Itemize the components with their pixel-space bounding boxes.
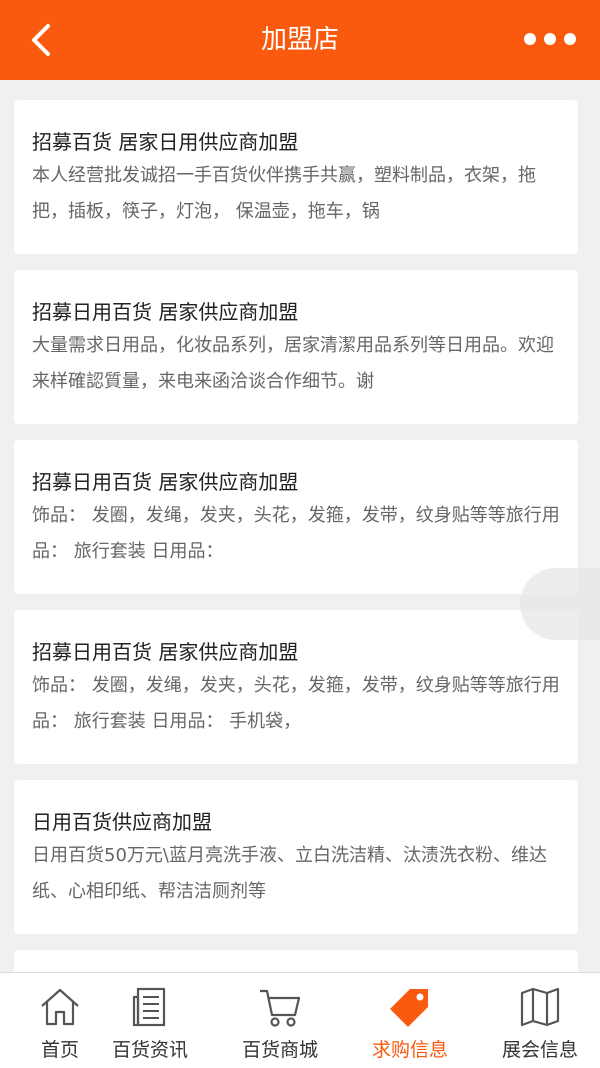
item-description: 大量需求日用品，化妆品系列，居家清潔用品系列等日用品。欢迎来样確認質量，来电来函… (32, 335, 554, 392)
app-header: 加盟店 (0, 0, 600, 80)
item-title: 招募日用百货 居家供应商加盟 (32, 470, 299, 494)
map-icon (520, 987, 560, 1027)
item-title: 招募日用百货 居家供应商加盟 (32, 300, 299, 324)
item-title: 招募百货 居家日用供应商加盟 (32, 130, 299, 154)
list-item-partial[interactable] (14, 950, 578, 972)
bottom-tab-bar: 首页 百货资讯 百货商城 求购信息 展会信息 (0, 972, 600, 1068)
item-description: 本人经营批发诚招一手百货伙伴携手共赢，塑料制品，衣架，拖把，插板，筷子，灯泡， … (32, 165, 536, 222)
tab-news[interactable]: 百货资讯 (90, 973, 210, 1068)
supplier-list[interactable]: 招募百货 居家日用供应商加盟 本人经营批发诚招一手百货伙伴携手共赢，塑料制品，衣… (0, 80, 600, 972)
news-icon (132, 987, 166, 1027)
item-description: 日用百货50万元\蓝月亮洗手液、立白洗洁精、汰渍洗衣粉、维达纸、心相印纸、帮洁洁… (32, 845, 547, 902)
list-item[interactable]: 招募日用百货 居家供应商加盟 饰品： 发圈，发绳，发夹，头花，发箍，发带，纹身贴… (14, 610, 578, 764)
page-title: 加盟店 (260, 25, 339, 55)
list-item[interactable]: 招募日用百货 居家供应商加盟 饰品： 发圈，发绳，发夹，头花，发箍，发带，纹身贴… (14, 440, 578, 594)
list-item[interactable]: 招募日用百货 居家供应商加盟 大量需求日用品，化妆品系列，居家清潔用品系列等日用… (14, 270, 578, 424)
item-title: 日用百货供应商加盟 (32, 810, 212, 834)
tab-purchase-info[interactable]: 求购信息 (350, 973, 470, 1068)
tab-mall[interactable]: 百货商城 (220, 973, 340, 1068)
item-description: 饰品： 发圈，发绳，发夹，头花，发箍，发带，纹身贴等等旅行用品： 旅行套装 日用… (32, 505, 560, 562)
home-icon (41, 988, 79, 1026)
tab-label: 展会信息 (501, 1039, 578, 1061)
tab-exhibition[interactable]: 展会信息 (480, 973, 600, 1068)
list-item[interactable]: 招募百货 居家日用供应商加盟 本人经营批发诚招一手百货伙伴携手共赢，塑料制品，衣… (14, 100, 578, 254)
more-icon[interactable] (522, 28, 578, 50)
tab-label: 求购信息 (371, 1039, 448, 1061)
tag-icon (390, 989, 428, 1027)
item-title: 招募日用百货 居家供应商加盟 (32, 640, 299, 664)
floating-assistive-button[interactable] (520, 568, 600, 640)
tab-label: 百货资讯 (111, 1039, 188, 1061)
list-item[interactable]: 日用百货供应商加盟 日用百货50万元\蓝月亮洗手液、立白洗洁精、汰渍洗衣粉、维达… (14, 780, 578, 934)
cart-icon (260, 989, 301, 1027)
item-description: 饰品： 发圈，发绳，发夹，头花，发箍，发带，纹身贴等等旅行用品： 旅行套装 日用… (32, 675, 560, 732)
tab-label: 百货商城 (241, 1039, 318, 1061)
